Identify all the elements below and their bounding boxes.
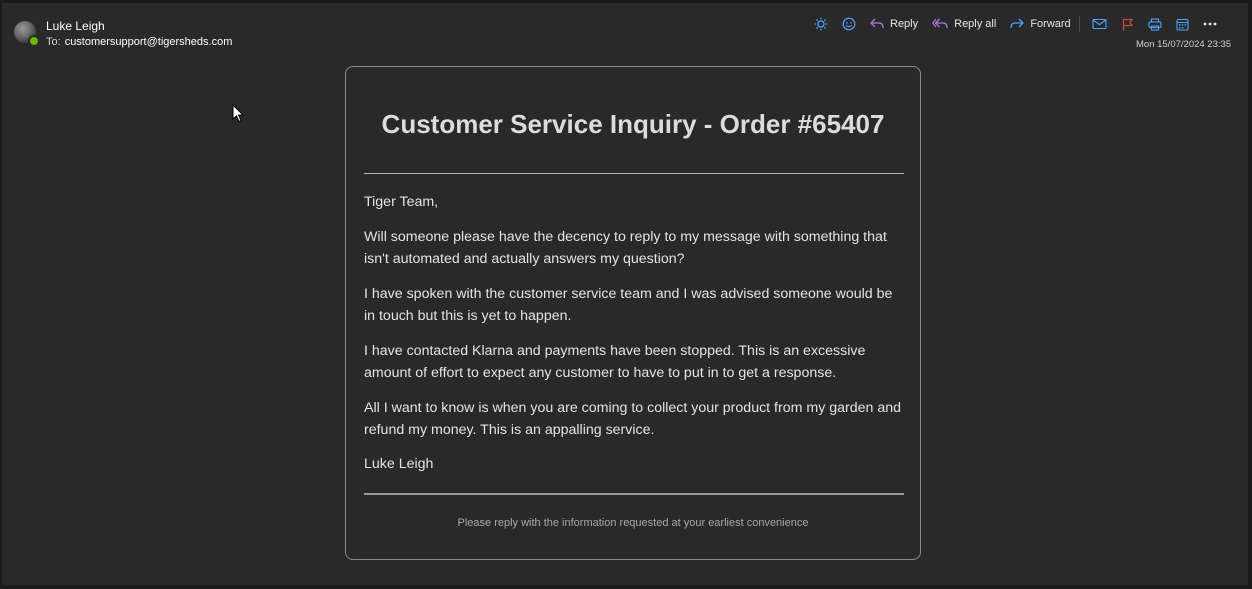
more-icon[interactable] [1203,22,1217,26]
reading-pane: Luke Leigh To: customersupport@tigersheds… [2,3,1248,585]
calendar-icon[interactable] [1176,18,1189,31]
message-toolbar: Reply Reply all Forward [814,15,1231,33]
emoji-icon[interactable] [842,17,856,31]
message-timestamp: Mon 15/07/2024 23:35 [1136,39,1232,50]
presence-indicator [28,35,40,47]
email-paragraph: I have contacted Klarna and payments hav… [364,343,866,381]
flag-icon[interactable] [1121,18,1134,31]
email-signature: Luke Leigh [364,456,434,472]
mouse-cursor-icon [232,103,245,128]
email-body-card: Customer Service Inquiry - Order #65407 … [345,66,921,560]
reply-button[interactable]: Reply [870,18,918,30]
sender-name[interactable]: Luke Leigh [46,19,105,33]
email-paragraph: I have spoken with the customer service … [364,286,893,324]
email-paragraph: All I want to know is when you are comin… [364,400,902,438]
title-divider [364,173,904,174]
email-paragraph: Will someone please have the decency to … [364,229,887,267]
reply-all-label: Reply all [954,18,997,30]
to-label: To: [46,36,61,48]
reply-icon [870,18,884,30]
mail-icon[interactable] [1092,18,1107,30]
forward-label: Forward [1030,18,1071,30]
email-title: Customer Service Inquiry - Order #65407 [381,109,885,139]
reply-label: Reply [890,18,919,30]
reply-all-icon [932,18,948,30]
print-icon[interactable] [1148,17,1162,31]
forward-button[interactable]: Forward [1010,18,1071,30]
toolbar-divider [1078,16,1080,32]
reply-all-button[interactable]: Reply all [932,18,996,30]
forward-icon [1010,18,1025,30]
footer-divider [364,493,904,495]
recipient-address[interactable]: customersupport@tigersheds.com [65,36,233,48]
email-greeting: Tiger Team, [364,194,439,210]
email-footer-note: Please reply with the information reques… [457,517,809,529]
recipient-line: To: customersupport@tigersheds.com [46,36,232,48]
sun-icon[interactable] [814,17,828,31]
